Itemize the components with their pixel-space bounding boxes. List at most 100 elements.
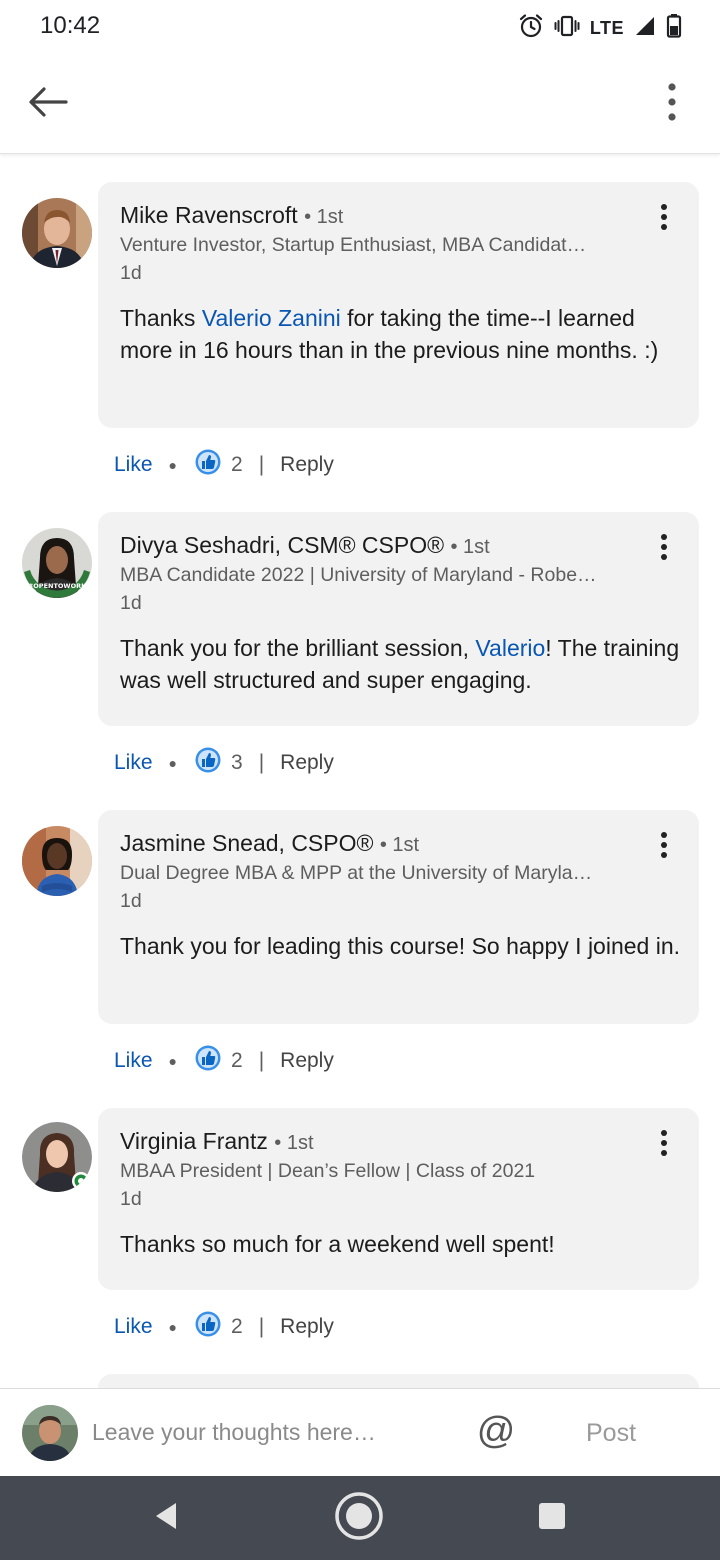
separator-dot: ● xyxy=(168,1053,177,1069)
status-icons: LTE xyxy=(518,13,682,44)
reaction-count[interactable]: 2 xyxy=(195,449,243,481)
system-nav-bar xyxy=(0,1476,720,1560)
back-arrow-icon xyxy=(28,86,68,123)
vibrate-icon xyxy=(554,13,580,44)
nav-back-icon xyxy=(152,1501,180,1536)
reaction-count[interactable]: 3 xyxy=(195,747,243,779)
mention-button[interactable]: @ xyxy=(474,1409,518,1453)
comment-more-button[interactable] xyxy=(649,202,679,236)
separator-dot: ● xyxy=(168,755,177,771)
comment-author-line: Mike Ravenscroft • 1st xyxy=(120,202,343,229)
comment-author-name[interactable]: Mike Ravenscroft xyxy=(120,202,298,228)
like-button[interactable]: Like xyxy=(114,751,153,775)
nav-home-button[interactable] xyxy=(335,1491,383,1542)
comment-author-line: Divya Seshadri, CSM® CSPO® • 1st xyxy=(120,532,490,559)
battery-icon xyxy=(666,13,682,44)
back-button[interactable] xyxy=(24,80,72,128)
comment-item: Virginia Frantz • 1st MBAA President | D… xyxy=(0,1108,720,1358)
nav-recents-button[interactable] xyxy=(528,1494,576,1542)
post-button[interactable]: Post xyxy=(586,1419,636,1448)
comment-author-line: Virginia Frantz • 1st xyxy=(120,1128,314,1155)
app-bar xyxy=(0,56,720,154)
comment-text: Thanks xyxy=(120,305,202,331)
like-button[interactable]: Like xyxy=(114,1049,153,1073)
comment-bubble: Jasmine Snead, CSPO® • 1st Dual Degree M… xyxy=(98,810,699,1024)
comment-body: Thank you for leading this course! So ha… xyxy=(120,930,680,962)
comment-input[interactable]: Leave your thoughts here… xyxy=(92,1419,376,1446)
more-vert-icon xyxy=(660,1129,668,1162)
comment-item: Mike Ravenscroft • 1st Venture Investor,… xyxy=(0,182,720,482)
comment-composer: Leave your thoughts here… @ Post xyxy=(0,1388,720,1476)
nav-back-button[interactable] xyxy=(142,1494,190,1542)
like-reaction-icon xyxy=(195,1045,221,1077)
comment-actions: Like ● 2 | Reply xyxy=(114,1311,334,1343)
comment-timestamp: 1d xyxy=(120,262,142,284)
nav-recents-icon xyxy=(538,1502,566,1535)
more-vert-icon xyxy=(660,203,668,236)
comment-more-button[interactable] xyxy=(649,830,679,864)
more-vert-icon xyxy=(660,831,668,864)
comment-author-name[interactable]: Divya Seshadri, CSM® CSPO® xyxy=(120,532,444,558)
like-reaction-icon xyxy=(195,449,221,481)
overflow-menu-button[interactable] xyxy=(648,80,696,128)
comment-author-headline: MBA Candidate 2022 | University of Maryl… xyxy=(120,564,597,586)
status-time: 10:42 xyxy=(40,12,101,39)
comment-timestamp: 1d xyxy=(120,890,142,912)
comment-author-headline: MBAA President | Dean’s Fellow | Class o… xyxy=(120,1160,536,1182)
separator-bar: | xyxy=(258,453,265,476)
avatar[interactable] xyxy=(22,826,92,896)
comment-body: Thanks Valerio Zanini for taking the tim… xyxy=(120,302,680,366)
reply-button[interactable]: Reply xyxy=(280,751,334,775)
comment-timestamp: 1d xyxy=(120,592,142,614)
more-vert-icon xyxy=(660,533,668,566)
comment-author-headline: Dual Degree MBA & MPP at the University … xyxy=(120,862,593,884)
comment-author-headline: Venture Investor, Startup Enthusiast, MB… xyxy=(120,234,587,256)
reply-button[interactable]: Reply xyxy=(280,1049,334,1073)
connection-degree: • 1st xyxy=(450,536,490,558)
mention-link[interactable]: Valerio xyxy=(475,635,545,661)
reaction-count[interactable]: 2 xyxy=(195,1311,243,1343)
like-reaction-icon xyxy=(195,747,221,779)
at-sign-icon: @ xyxy=(476,1409,516,1452)
comment-more-button[interactable] xyxy=(649,1128,679,1162)
reaction-count-value: 2 xyxy=(231,1315,243,1338)
separator-dot: ● xyxy=(168,1319,177,1335)
like-reaction-icon xyxy=(195,1311,221,1343)
reaction-count[interactable]: 2 xyxy=(195,1045,243,1077)
current-user-avatar xyxy=(22,1405,78,1461)
alarm-icon xyxy=(518,13,544,44)
avatar[interactable] xyxy=(22,198,92,268)
mention-link[interactable]: Valerio Zanini xyxy=(202,305,341,331)
comment-text: Thank you for the brilliant session, xyxy=(120,635,476,661)
reply-button[interactable]: Reply xyxy=(280,1315,334,1339)
reaction-count-value: 2 xyxy=(231,1049,243,1072)
open-to-work-ring-text: #OPENTOWORK xyxy=(28,582,87,590)
comment-author-name[interactable]: Virginia Frantz xyxy=(120,1128,268,1154)
connection-degree: • 1st xyxy=(274,1132,314,1154)
separator-bar: | xyxy=(258,1315,265,1338)
avatar[interactable] xyxy=(22,1122,92,1192)
reaction-count-value: 2 xyxy=(231,453,243,476)
comment-item: Jasmine Snead, CSPO® • 1st Dual Degree M… xyxy=(0,810,720,1100)
connection-degree: • 1st xyxy=(379,834,420,856)
signal-icon xyxy=(634,15,656,42)
comment-bubble: Mike Ravenscroft • 1st Venture Investor,… xyxy=(98,182,699,428)
comment-more-button[interactable] xyxy=(649,532,679,566)
like-button[interactable]: Like xyxy=(114,1315,153,1339)
separator-bar: | xyxy=(258,751,265,774)
status-bar: 10:42 LTE xyxy=(0,0,720,56)
reaction-count-value: 3 xyxy=(231,751,243,774)
comment-actions: Like ● 2 | Reply xyxy=(114,1045,334,1077)
comment-timestamp: 1d xyxy=(120,1188,142,1210)
nav-home-icon xyxy=(334,1491,384,1546)
reply-button[interactable]: Reply xyxy=(280,453,334,477)
comment-body: Thanks so much for a weekend well spent! xyxy=(120,1228,680,1260)
avatar[interactable]: #OPENTOWORK xyxy=(22,528,92,598)
comment-body: Thank you for the brilliant session, Val… xyxy=(120,632,680,696)
separator-dot: ● xyxy=(168,457,177,473)
like-button[interactable]: Like xyxy=(114,453,153,477)
network-type: LTE xyxy=(589,17,624,38)
comment-author-name[interactable]: Jasmine Snead, CSPO® xyxy=(120,830,373,856)
separator-bar: | xyxy=(258,1049,265,1072)
overflow-menu-icon xyxy=(667,82,677,127)
